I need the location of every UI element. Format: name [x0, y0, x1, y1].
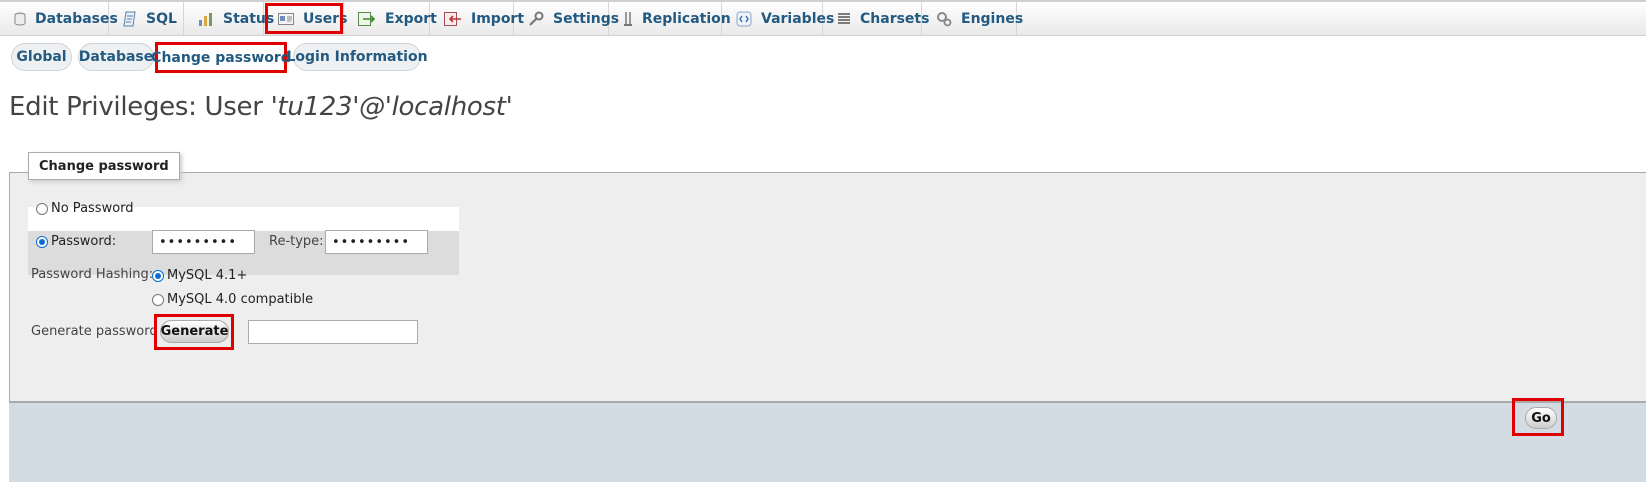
retype-input[interactable]: •••••••••: [325, 230, 428, 254]
settings-icon: [528, 11, 544, 27]
generated-password-input[interactable]: [248, 320, 418, 344]
tab-label: Users: [303, 10, 348, 27]
generate-button[interactable]: Generate: [160, 320, 229, 343]
retype-label: Re-type:: [269, 234, 324, 249]
hashing-mysql41-radio[interactable]: [152, 270, 164, 282]
engines-icon: [936, 11, 952, 27]
hashing-mysql40-label: MySQL 4.0 compatible: [167, 292, 314, 307]
tab-import[interactable]: Import: [430, 2, 524, 35]
tab-settings[interactable]: Settings: [514, 2, 619, 35]
tab-label: Engines: [961, 10, 1024, 27]
subtab-label: Global: [16, 49, 67, 65]
subtab-global[interactable]: Global: [11, 43, 72, 71]
database-icon: [14, 11, 26, 27]
tab-sql[interactable]: SQL: [109, 2, 184, 35]
replication-icon: [623, 11, 633, 27]
password-hashing-label: Password Hashing:: [31, 267, 154, 282]
tab-label: Charsets: [860, 10, 930, 27]
password-radio[interactable]: [36, 236, 48, 248]
generate-password-label: Generate password: [31, 324, 158, 339]
tab-label: Databases: [35, 10, 118, 27]
top-tab-bar: Databases SQL Status Users Export Import: [0, 0, 1646, 36]
go-button[interactable]: Go: [1525, 407, 1557, 429]
page-title-prefix: Edit Privileges: User: [9, 92, 271, 122]
status-icon: [198, 11, 214, 27]
tab-users[interactable]: Users: [264, 2, 348, 35]
tab-export[interactable]: Export: [344, 2, 437, 35]
users-icon: [278, 11, 294, 27]
tab-charsets[interactable]: Charsets: [823, 2, 929, 35]
tab-engines[interactable]: Engines: [922, 2, 1023, 35]
subtab-change-password[interactable]: Change password: [151, 42, 291, 73]
subtab-database[interactable]: Database: [78, 43, 154, 71]
page-title-user: 'tu123'@'localhost': [270, 92, 513, 122]
fieldset-legend: Change password: [28, 152, 180, 180]
charsets-icon: [837, 11, 851, 27]
password-input[interactable]: •••••••••: [152, 230, 255, 254]
tab-label: SQL: [146, 10, 177, 27]
hashing-mysql41-label: MySQL 4.1+: [167, 268, 248, 283]
subtab-login-information[interactable]: Login Information: [286, 43, 428, 71]
tab-databases[interactable]: Databases: [0, 2, 118, 35]
password-label: Password:: [51, 234, 117, 249]
no-password-radio[interactable]: [36, 203, 48, 215]
subtab-label: Login Information: [286, 49, 428, 65]
variables-icon: [736, 11, 752, 27]
subtab-label: Change password: [151, 49, 291, 66]
tab-replication[interactable]: Replication: [609, 2, 731, 35]
hashing-mysql40-radio[interactable]: [152, 294, 164, 306]
export-icon: [358, 11, 376, 27]
form-footer: [9, 402, 1646, 482]
import-icon: [444, 11, 462, 27]
no-password-label: No Password: [51, 201, 134, 216]
tab-label: Replication: [642, 10, 731, 27]
subtab-label: Database: [78, 49, 154, 65]
page-title: Edit Privileges: User 'tu123'@'localhost…: [9, 92, 513, 122]
sql-icon: [123, 11, 137, 27]
tab-status[interactable]: Status: [184, 2, 274, 35]
tab-variables[interactable]: Variables: [722, 2, 834, 35]
